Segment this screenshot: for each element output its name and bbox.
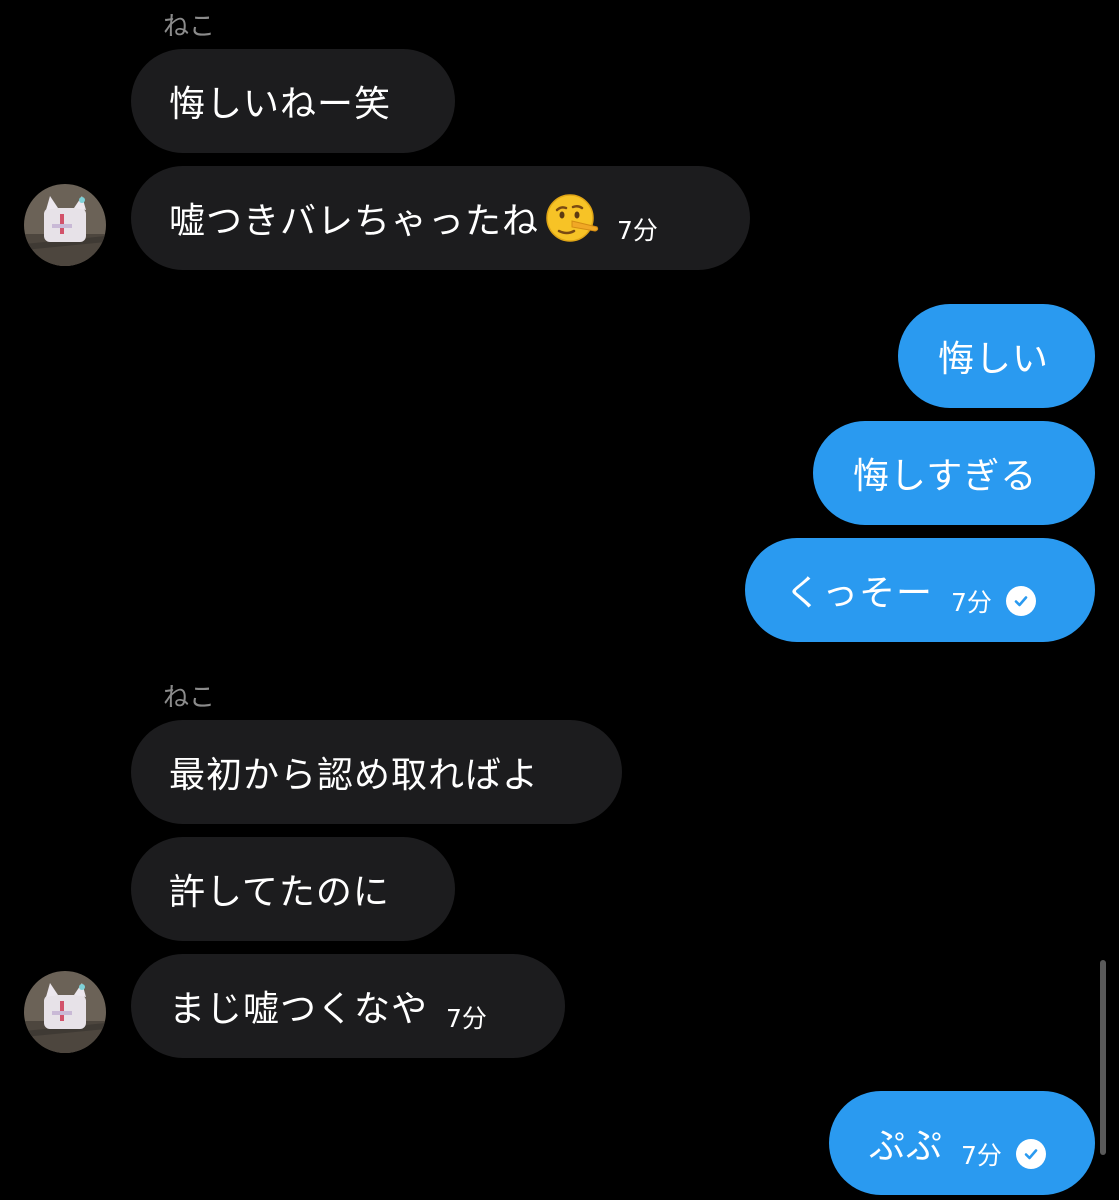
message-time: 7分	[961, 1141, 1002, 1170]
message-time: 7分	[617, 216, 658, 245]
incoming-message[interactable]: 最初から認め取ればよ	[131, 720, 622, 824]
message-text: 最初から認め取ればよ	[169, 755, 540, 796]
sender-name: ねこ	[163, 683, 216, 713]
scrollbar[interactable]	[1100, 960, 1106, 1155]
avatar[interactable]	[24, 184, 106, 266]
message-text: 悔しいねー笑	[169, 84, 392, 125]
incoming-message[interactable]: 悔しいねー笑	[131, 49, 455, 153]
chat-thread[interactable]: ねこ 悔しいねー笑 嘘つきバレちゃったね 7分 悔しい 悔しすぎる くっそー 7…	[0, 0, 1119, 1200]
message-time: 7分	[951, 588, 992, 617]
avatar[interactable]	[24, 971, 106, 1053]
lying-face-icon	[546, 194, 599, 242]
message-text: まじ嘘つくなや	[169, 989, 429, 1030]
message-time: 7分	[446, 1004, 487, 1033]
sender-name: ねこ	[163, 12, 216, 42]
message-text: 許してたのに	[169, 872, 390, 913]
read-check-icon	[1015, 1139, 1046, 1169]
outgoing-message[interactable]: 悔しい	[898, 304, 1095, 408]
message-text: ぷぷ	[869, 1126, 944, 1167]
message-text: 悔しすぎる	[853, 456, 1038, 497]
cat-avatar-image	[24, 971, 106, 1053]
message-text: 嘘つきバレちゃったね	[169, 201, 540, 242]
message-text: 悔しい	[938, 339, 1050, 380]
message-text: くっそー	[785, 573, 934, 614]
outgoing-message[interactable]: くっそー 7分	[745, 538, 1095, 642]
read-check-icon	[1005, 586, 1036, 616]
outgoing-message[interactable]: 悔しすぎる	[813, 421, 1095, 525]
incoming-message[interactable]: 嘘つきバレちゃったね 7分	[131, 166, 750, 270]
cat-avatar-image	[24, 184, 106, 266]
incoming-message[interactable]: まじ嘘つくなや 7分	[131, 954, 565, 1058]
incoming-message[interactable]: 許してたのに	[131, 837, 455, 941]
outgoing-message[interactable]: ぷぷ 7分	[829, 1091, 1095, 1195]
